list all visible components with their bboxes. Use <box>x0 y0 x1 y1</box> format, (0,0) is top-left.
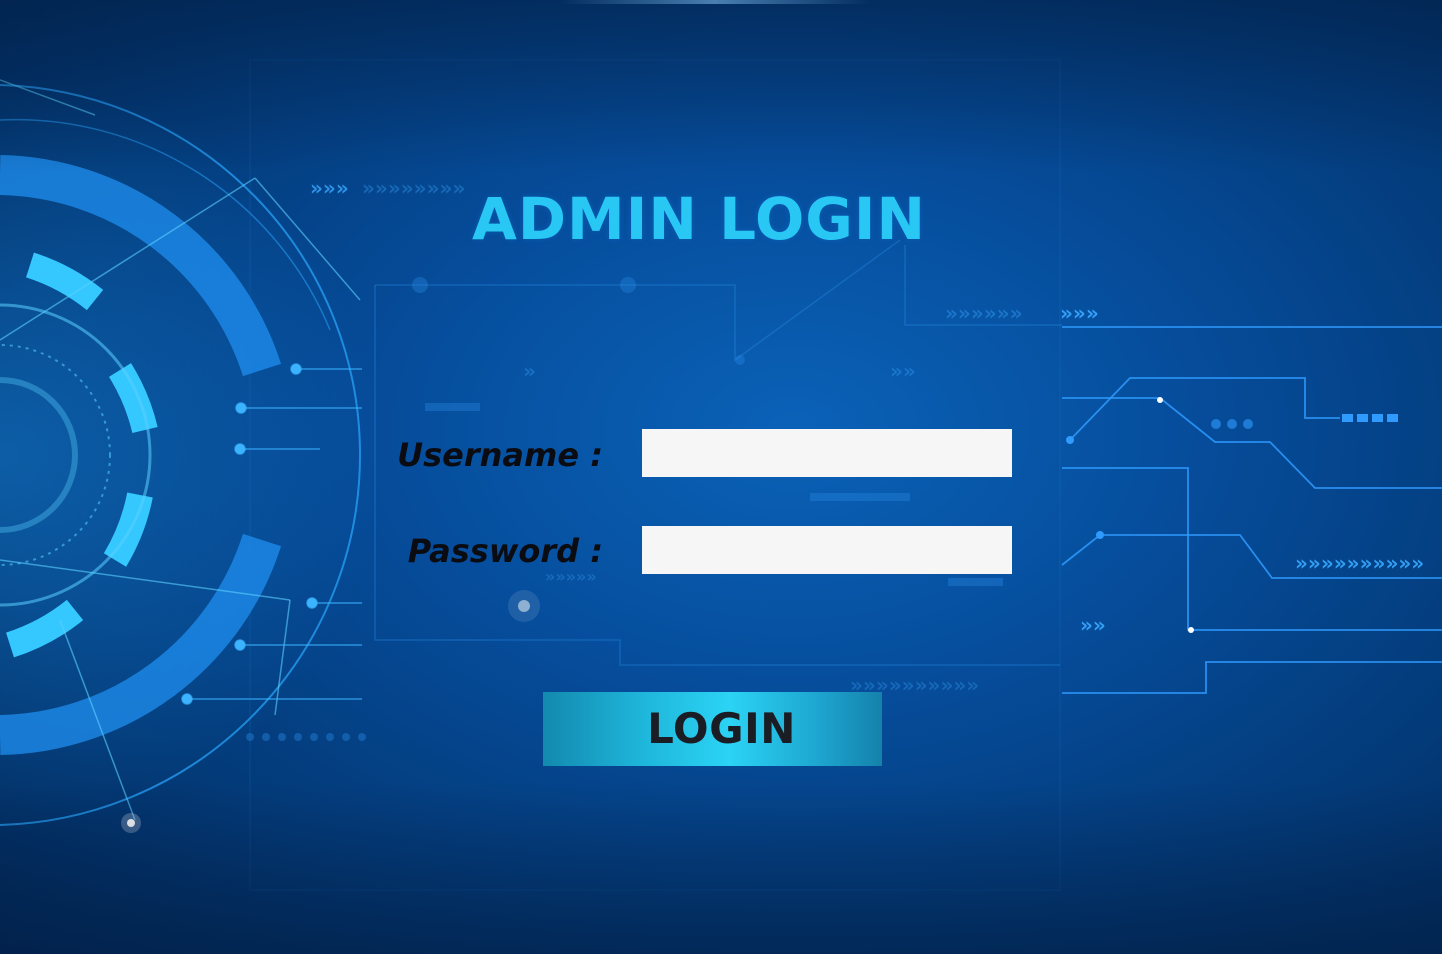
login-button[interactable]: LOGIN <box>543 692 882 766</box>
password-label: Password : <box>407 532 603 570</box>
username-input[interactable] <box>642 429 1012 477</box>
circuit-background-art: »»» »»»»»»»» »»»»»» »»» » »» »»»»»»»»»» … <box>0 0 1442 954</box>
top-edge-glow <box>560 0 870 4</box>
page-title: ADMIN LOGIN <box>472 185 926 253</box>
username-label: Username : <box>397 436 603 474</box>
password-input[interactable] <box>642 526 1012 574</box>
